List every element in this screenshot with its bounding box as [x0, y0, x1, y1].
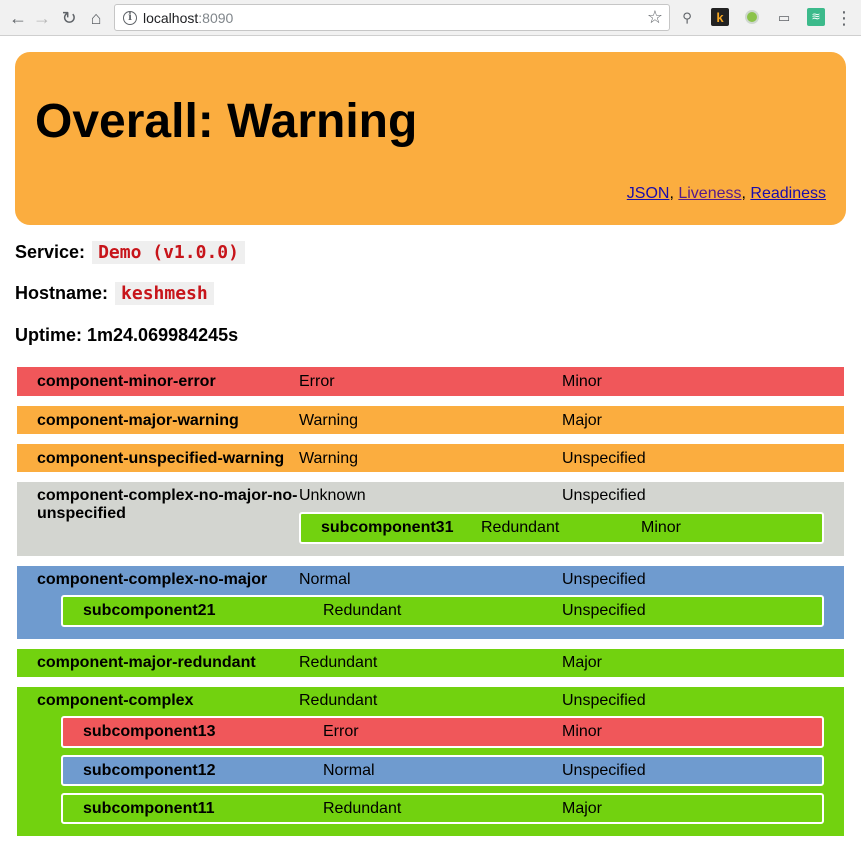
subcomponent-status: Redundant: [323, 602, 402, 619]
subcomponent-name: subcomponent13: [83, 723, 216, 740]
component-row: component-unspecified-warning Warning Un…: [17, 444, 844, 472]
subcomponent-impact: Minor: [562, 723, 603, 740]
subcomponent-name: subcomponent21: [83, 602, 216, 619]
component-name: component-major-redundant: [37, 654, 256, 671]
component-name: component-unspecified-warning: [37, 450, 285, 467]
subcomponent-impact: Unspecified: [562, 602, 646, 619]
component-impact: Unspecified: [562, 571, 646, 588]
info-icon[interactable]: i: [123, 11, 137, 25]
subcomponent-name: subcomponent12: [83, 762, 216, 779]
home-icon[interactable]: ⌂: [84, 6, 108, 30]
component-status: Error: [299, 373, 335, 390]
component-row: component-minor-error Error Minor: [17, 367, 844, 396]
subcomponent-impact: Minor: [641, 519, 682, 536]
uptime-line: Uptime: 1m24.069984245s: [15, 325, 239, 345]
component-impact: Minor: [562, 373, 603, 390]
component-row: component-complex Redundant Unspecified …: [17, 687, 844, 836]
liveness-link[interactable]: Liveness: [678, 185, 741, 202]
extension-search-icon[interactable]: ⚲: [678, 8, 696, 26]
subcomponent-name: subcomponent11: [83, 800, 215, 817]
hostname-value: keshmesh: [115, 282, 214, 305]
component-name: component-complex-no-major: [37, 571, 268, 588]
bookmark-star-icon[interactable]: ☆: [647, 7, 663, 28]
extension-circle-icon[interactable]: [743, 8, 761, 26]
subcomponent-status: Error: [323, 723, 359, 740]
component-impact: Major: [562, 412, 603, 429]
reload-icon[interactable]: ↻: [57, 6, 81, 30]
subcomponent-name: subcomponent31: [321, 519, 454, 536]
subcomponent-impact: Unspecified: [562, 762, 646, 779]
service-value: Demo (v1.0.0): [92, 241, 245, 264]
component-impact: Unspecified: [562, 487, 646, 504]
overall-status-banner: Overall: Warning JSON, Liveness, Readine…: [15, 52, 846, 225]
subcomponent-impact: Major: [562, 800, 603, 817]
subcomponent-status: Redundant: [323, 800, 402, 817]
component-name: component-minor-error: [37, 373, 216, 390]
forward-arrow-icon[interactable]: →: [30, 6, 54, 30]
component-status: Warning: [299, 450, 358, 467]
component-name: component-major-warning: [37, 412, 239, 429]
subcomponent-row: subcomponent13 Error Minor: [61, 716, 824, 748]
subcomponent-row: subcomponent11 Redundant Major: [61, 793, 824, 824]
subcomponent-row: subcomponent31 Redundant Minor: [299, 512, 824, 544]
json-link[interactable]: JSON: [627, 185, 670, 202]
component-name: component-complex: [37, 692, 194, 709]
extension-wave-icon[interactable]: ≋: [807, 8, 825, 26]
hostname-line: Hostname: keshmesh: [15, 282, 214, 305]
component-status: Redundant: [299, 692, 378, 709]
component-name: component-complex-no-major-no-unspecifie…: [37, 487, 298, 522]
url-text[interactable]: localhost:8090: [143, 10, 233, 26]
subcomponent-status: Normal: [323, 762, 375, 779]
uptime-value: 1m24.069984245s: [87, 325, 239, 345]
cast-icon[interactable]: ▭: [775, 8, 793, 26]
endpoint-links: JSON, Liveness, Readiness: [626, 185, 826, 202]
component-impact: Major: [562, 654, 603, 671]
component-impact: Unspecified: [562, 692, 646, 709]
browser-toolbar: ← → ↻ ⌂ i localhost:8090 ☆ ⚲ k ▭ ≋ ⋮: [0, 0, 861, 36]
service-line: Service: Demo (v1.0.0): [15, 241, 245, 264]
component-status: Redundant: [299, 654, 378, 671]
subcomponent-row: subcomponent12 Normal Unspecified: [61, 755, 824, 786]
subcomponent-status: Redundant: [481, 519, 560, 536]
component-status: Normal: [299, 571, 351, 588]
component-row: component-complex-no-major Normal Unspec…: [17, 566, 844, 639]
page-title: Overall: Warning: [35, 95, 418, 148]
component-row: component-major-warning Warning Major: [17, 406, 844, 434]
readiness-link[interactable]: Readiness: [750, 185, 826, 202]
back-arrow-icon[interactable]: ←: [6, 6, 30, 30]
component-status: Warning: [299, 412, 358, 429]
menu-kebab-icon[interactable]: ⋮: [832, 6, 856, 30]
component-row: component-complex-no-major-no-unspecifie…: [17, 482, 844, 556]
component-row: component-major-redundant Redundant Majo…: [17, 649, 844, 677]
component-status: Unknown: [299, 487, 366, 504]
subcomponent-row: subcomponent21 Redundant Unspecified: [61, 595, 824, 627]
component-impact: Unspecified: [562, 450, 646, 467]
address-bar[interactable]: i localhost:8090 ☆: [114, 4, 670, 31]
extension-k-icon[interactable]: k: [711, 8, 729, 26]
